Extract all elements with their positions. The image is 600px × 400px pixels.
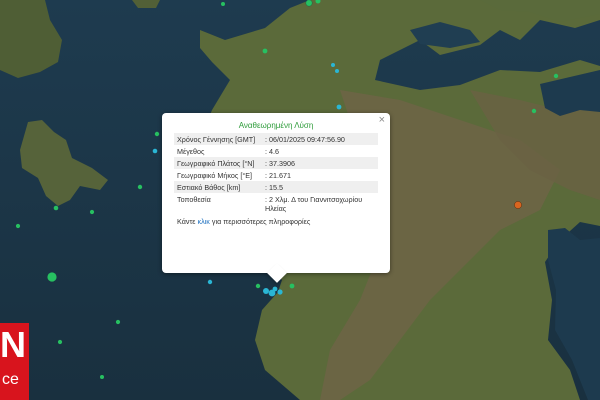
quake-marker: [89, 209, 95, 215]
quake-marker: [115, 319, 121, 325]
earthquake-info-popup: × Αναθεωρημένη Λύση Χρόνος Γέννησης [GMT…: [162, 113, 390, 283]
close-icon[interactable]: ×: [379, 115, 385, 126]
more-prefix: Κάντε: [177, 217, 198, 226]
origin-time-label: Χρόνος Γέννησης [GMT]: [174, 133, 262, 145]
quake-marker: [531, 108, 537, 114]
quake-marker: [207, 279, 213, 285]
quake-marker: [137, 184, 143, 190]
quake-marker: [272, 286, 278, 292]
depth-value: : 15.5: [262, 181, 378, 193]
info-table: Χρόνος Γέννησης [GMT] : 06/01/2025 09:47…: [174, 133, 378, 214]
quake-marker: [47, 272, 57, 282]
longitude-label: Γεωγραφικό Μήκος [°E]: [177, 170, 252, 180]
quake-marker: [335, 69, 339, 73]
latitude-label: Γεωγραφικό Πλάτος [°N]: [174, 157, 262, 169]
table-row: Χρόνος Γέννησης [GMT] : 06/01/2025 09:47…: [174, 133, 378, 145]
table-row: Εστιακό Βάθος [km] : 15.5: [174, 181, 378, 193]
quake-marker: [154, 131, 160, 137]
magnitude-value: : 4.6: [265, 146, 279, 156]
more-info-text: Κάντε κλικ για περισσότερες πληροφορίες: [174, 217, 378, 226]
magnitude-label: Μέγεθος: [177, 146, 205, 156]
origin-time-value: : 06/01/2025 09:47:56.90: [262, 133, 378, 145]
table-row: Γεωγραφικό Μήκος [°E] : 21.671: [174, 169, 378, 181]
logo-letters: N: [0, 324, 26, 365]
table-row: Γεωγραφικό Πλάτος [°N] : 37.3906: [174, 157, 378, 169]
quake-marker: [255, 283, 261, 289]
quake-marker: [305, 0, 313, 7]
news-logo: N ce: [0, 323, 29, 400]
quake-marker: [57, 339, 63, 345]
quake-marker: [289, 283, 295, 289]
quake-marker: [100, 375, 104, 379]
location-value: : 2 Χλμ. Δ του Γιαννιτσοχωρίου Ηλείας: [265, 194, 363, 213]
logo-suffix: ce: [2, 371, 19, 388]
location-label: Τοποθεσία: [177, 194, 211, 204]
latitude-value: : 37.3906: [262, 157, 378, 169]
popup-title: Αναθεωρημένη Λύση: [238, 121, 314, 130]
table-row: Τοποθεσία : 2 Χλμ. Δ του Γιαννιτσοχωρίου…: [174, 193, 378, 214]
quake-marker: [263, 288, 269, 294]
quake-marker-recent: [514, 201, 522, 209]
quake-marker: [152, 148, 158, 154]
depth-label: Εστιακό Βάθος [km]: [174, 181, 262, 193]
quake-marker: [553, 73, 559, 79]
quake-marker: [336, 104, 342, 110]
quake-marker: [331, 63, 335, 67]
quake-marker: [53, 205, 59, 211]
more-suffix: για περισσότερες πληροφορίες: [209, 217, 311, 226]
quake-marker: [262, 48, 268, 54]
quake-marker: [221, 2, 225, 6]
table-row: Μέγεθος : 4.6: [174, 145, 378, 157]
more-info-link[interactable]: κλικ: [198, 217, 210, 226]
quake-marker: [15, 223, 21, 229]
quake-marker: [277, 289, 283, 295]
longitude-value: : 21.671: [265, 170, 291, 180]
